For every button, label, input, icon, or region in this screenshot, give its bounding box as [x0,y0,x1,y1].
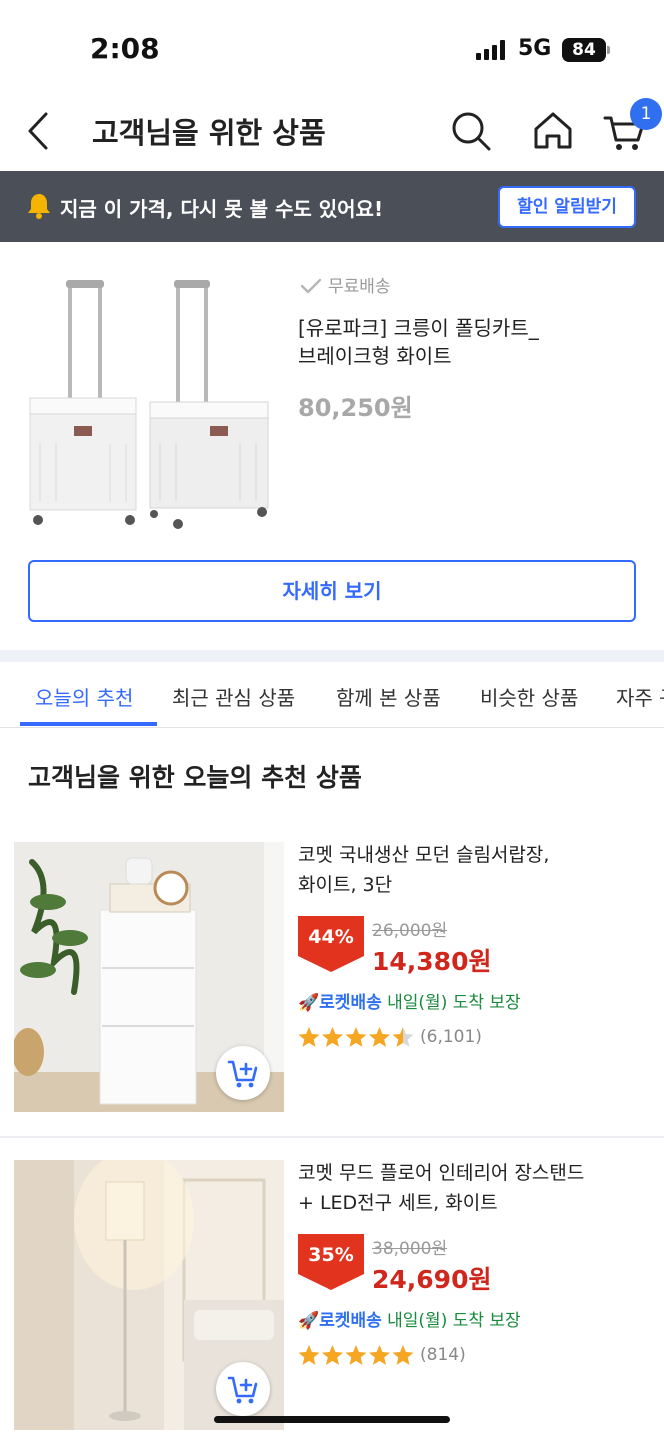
star-icon [298,1027,320,1047]
star-icon [369,1345,390,1365]
original-price: 26,000원 [372,921,448,941]
home-indicator [214,1416,450,1423]
tab-today-recommend[interactable]: 오늘의 추천 [35,682,133,711]
status-bar: 2:08 5G 84 [0,0,664,96]
star-icon [298,1345,320,1365]
bell-icon [28,194,50,219]
add-to-cart-button[interactable] [216,1046,270,1100]
discount-badge: 44% [298,916,364,972]
section-divider [0,650,664,662]
rocket-delivery: 🚀로켓배송 내일(월) 도착 보장 [298,1306,521,1331]
tab-viewed-together[interactable]: 함께 본 상품 [336,682,441,711]
product-name[interactable]: [유로파크] 크릉이 폴딩카트_ 브레이크형 화이트 [298,314,598,370]
item-title[interactable]: 코멧 무드 플로어 인테리어 장스탠드 + LED전구 세트, 화이트 [298,1158,648,1218]
item-title[interactable]: 코멧 국내생산 모던 슬림서랍장, 화이트, 3단 [298,840,648,900]
add-cart-icon [227,1060,258,1088]
cart-count-badge: 1 [630,98,662,130]
star-icon [322,1345,343,1365]
folding-cart-illustration [29,280,269,529]
tab-recent-interest[interactable]: 최근 관심 상품 [172,682,295,711]
item-title-line1: 코멧 국내생산 모던 슬림서랍장, [298,844,550,866]
status-time: 2:08 [90,32,160,65]
item-separator [0,1136,664,1138]
price-alert-banner: 지금 이 가격, 다시 못 볼 수도 있어요! 할인 알림받기 [0,171,664,242]
add-to-cart-button[interactable] [216,1362,270,1416]
discount-badge: 35% [298,1234,364,1290]
battery-tip [607,46,610,54]
tab-similar[interactable]: 비슷한 상품 [480,682,578,711]
recommendation-tabs: 오늘의 추천 최근 관심 상품 함께 본 상품 비슷한 상품 자주 구 [0,662,664,728]
battery-icon: 84 [562,38,606,62]
network-label: 5G [518,36,552,61]
product-image[interactable] [26,276,276,536]
banner-text: 지금 이 가격, 다시 못 볼 수도 있어요! [60,197,384,221]
view-details-button[interactable]: 자세히 보기 [28,560,636,622]
rocket-icon: 🚀 [298,993,320,1013]
star-icon [345,1027,367,1047]
search-button[interactable] [448,108,494,154]
home-button[interactable] [530,108,576,154]
rocket-brand: 로켓배송 [319,1311,382,1331]
price-alert-button[interactable]: 할인 알림받기 [498,186,636,228]
star-icon [322,1027,343,1047]
free-shipping-label: 무료배송 [300,272,391,297]
rocket-brand: 로켓배송 [319,993,382,1013]
chevron-left-icon [28,112,48,150]
product-name-line1: [유로파크] 크릉이 폴딩카트_ [298,316,539,340]
home-icon [534,112,572,149]
discount-percent: 44% [308,926,354,948]
section-title: 고객님을 위한 오늘의 추천 상품 [28,763,362,792]
review-count: (814) [420,1345,466,1365]
star-icon [345,1345,367,1365]
signal-icon [476,40,506,60]
rocket-delivery: 🚀로켓배송 내일(월) 도착 보장 [298,988,521,1013]
delivery-eta: 내일(월) 도착 보장 [387,1311,521,1331]
original-price: 38,000원 [372,1239,448,1259]
review-count: (6,101) [420,1027,482,1047]
product-name-line2: 브레이크형 화이트 [298,344,452,368]
item-title-line2: 화이트, 3단 [298,874,393,896]
star-icon [392,1345,414,1365]
discount-percent: 35% [308,1244,354,1266]
page-title: 고객님을 위한 상품 [92,116,326,150]
star-icon [392,1027,414,1047]
search-icon [452,112,491,151]
star-icon [369,1027,390,1047]
sale-price: 24,690원 [372,1265,492,1294]
product-price: 80,250원 [298,394,413,422]
check-icon [300,278,322,294]
item-title-line2: + LED전구 세트, 화이트 [298,1192,498,1214]
back-button[interactable] [22,108,58,154]
delivery-eta: 내일(월) 도착 보장 [387,993,521,1013]
tab-frequent[interactable]: 자주 구 [616,682,664,711]
active-tab-indicator [20,722,157,726]
star-rating [298,1345,414,1365]
free-shipping-text: 무료배송 [328,277,391,297]
star-rating [298,1027,414,1047]
top-nav: 고객님을 위한 상품 [0,96,664,170]
sale-price: 14,380원 [372,947,492,976]
add-cart-icon [227,1376,258,1404]
rocket-icon: 🚀 [298,1311,320,1331]
item-title-line1: 코멧 무드 플로어 인테리어 장스탠드 [298,1162,585,1184]
